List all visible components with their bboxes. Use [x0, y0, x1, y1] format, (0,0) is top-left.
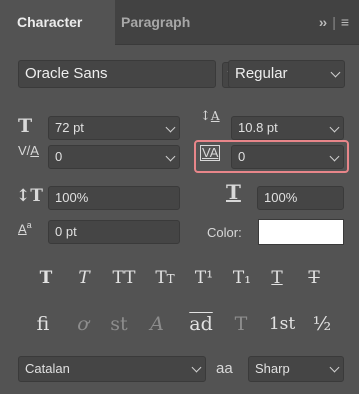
standard-ligatures-button[interactable]: fi	[29, 309, 57, 339]
font-size-value: 72 pt	[55, 120, 84, 135]
horizontal-scale-icon: T	[226, 180, 241, 204]
tab-paragraph[interactable]: Paragraph	[121, 0, 190, 45]
chevron-down-icon	[329, 151, 340, 162]
language-dropdown[interactable]: Catalan	[18, 356, 206, 382]
faux-italic-button[interactable]: T	[72, 265, 96, 291]
language-value: Catalan	[25, 361, 70, 376]
character-panel: Character Paragraph ›› | ≡ Oracle Sans Reg…	[0, 0, 359, 394]
horizontal-scale-field[interactable]: 100%	[257, 186, 344, 210]
font-size-field[interactable]: 72 pt	[48, 116, 180, 140]
font-family-value: Oracle Sans	[25, 65, 108, 82]
color-label: Color:	[207, 225, 242, 240]
small-caps-button[interactable]: Tt	[150, 265, 180, 291]
panel-tab-bar: Character Paragraph ›› | ≡	[0, 0, 359, 45]
anti-alias-value: Sharp	[255, 361, 290, 376]
subscript-button[interactable]: T₁	[228, 265, 256, 291]
font-style-value: Regular	[235, 65, 288, 82]
tab-character[interactable]: Character	[0, 0, 115, 45]
swash-button[interactable]: A	[143, 309, 171, 339]
tracking-icon: VA	[200, 145, 221, 161]
anti-alias-icon: aa	[216, 360, 233, 377]
chevron-down-icon	[329, 122, 340, 133]
discretionary-ligatures-button[interactable]: st	[104, 309, 134, 339]
tracking-field[interactable]: 0	[231, 145, 344, 169]
stylistic-alternates-button[interactable]: ad	[184, 309, 218, 339]
leading-icon: ↕A	[200, 109, 220, 124]
chevron-down-icon	[191, 362, 202, 373]
opentype-features-row: fi ơ st A ad T 1st ½	[0, 309, 359, 339]
kerning-icon: V/A	[18, 143, 39, 158]
leading-field[interactable]: 10.8 pt	[231, 116, 344, 140]
chevron-down-icon	[165, 122, 176, 133]
font-style-dropdown[interactable]: Regular	[228, 60, 345, 88]
tracking-value: 0	[238, 149, 246, 164]
vertical-scale-icon: ↕T	[16, 186, 43, 206]
color-swatch[interactable]	[258, 219, 344, 245]
chevron-down-icon	[329, 362, 340, 373]
baseline-shift-field[interactable]: 0 pt	[48, 220, 180, 244]
anti-alias-dropdown[interactable]: Sharp	[248, 356, 344, 382]
font-family-dropdown[interactable]: Oracle Sans	[18, 60, 216, 88]
baseline-shift-icon: Aa	[18, 220, 32, 237]
leading-value: 10.8 pt	[238, 120, 278, 135]
underline-button[interactable]: T	[265, 265, 289, 291]
type-style-row: T T TT Tt T¹ T₁ T T	[0, 265, 359, 291]
strikethrough-button[interactable]: T	[302, 265, 326, 291]
titling-alternates-button[interactable]: T	[228, 309, 254, 339]
double-chevron-right-icon[interactable]: ››	[319, 0, 327, 45]
panel-menu-controls: ›› | ≡	[319, 0, 349, 45]
superscript-button[interactable]: T¹	[190, 265, 218, 291]
chevron-down-icon	[330, 67, 341, 78]
contextual-alternates-button[interactable]: ơ	[70, 309, 96, 339]
horizontal-scale-value: 100%	[264, 190, 298, 205]
chevron-down-icon	[165, 151, 176, 162]
divider: |	[332, 14, 336, 30]
ordinals-button[interactable]: 1st	[262, 309, 302, 339]
font-size-icon: 𝐓	[18, 115, 33, 137]
kerning-value: 0	[55, 149, 63, 164]
hamburger-menu-icon[interactable]: ≡	[341, 0, 349, 45]
all-caps-button[interactable]: TT	[107, 265, 141, 291]
vertical-scale-field[interactable]: 100%	[48, 186, 180, 210]
kerning-field[interactable]: 0	[48, 145, 180, 169]
fractions-button[interactable]: ½	[308, 309, 336, 339]
faux-bold-button[interactable]: T	[34, 265, 58, 291]
vertical-scale-value: 100%	[55, 190, 89, 205]
baseline-shift-value: 0 pt	[55, 224, 77, 239]
